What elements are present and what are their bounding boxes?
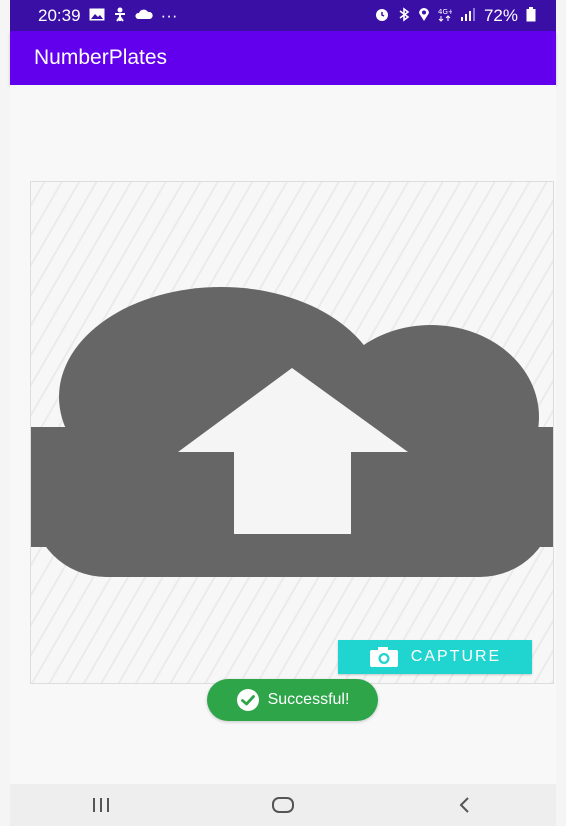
- status-bar: 20:39 ··· 4G+ 72%: [10, 0, 556, 31]
- location-icon: [418, 7, 430, 25]
- battery-percentage: 72%: [483, 5, 518, 25]
- gallery-icon: [89, 8, 105, 24]
- alarm-icon: [374, 7, 390, 25]
- accessibility-icon: [113, 7, 127, 25]
- cloud-icon: [135, 8, 153, 23]
- home-icon: [272, 797, 294, 813]
- status-left: 20:39 ···: [38, 6, 178, 26]
- back-button[interactable]: [435, 790, 495, 820]
- cloud-upload-icon: [31, 287, 553, 577]
- recent-apps-icon: [93, 798, 109, 812]
- toast-notification: Successful!: [207, 679, 378, 721]
- status-time: 20:39: [38, 5, 81, 25]
- battery-icon: [526, 6, 536, 25]
- svg-text:4G+: 4G+: [438, 8, 452, 16]
- app-bar: NumberPlates: [10, 31, 556, 85]
- network-4g-icon: 4G+: [438, 7, 454, 25]
- app-title: NumberPlates: [34, 46, 168, 69]
- capture-button[interactable]: CAPTURE: [338, 640, 532, 674]
- recent-apps-button[interactable]: [71, 790, 131, 820]
- bluetooth-icon: [398, 6, 410, 25]
- back-icon: [459, 797, 469, 813]
- home-button[interactable]: [253, 790, 313, 820]
- status-right: 4G+ 72%: [374, 6, 536, 26]
- status-overflow: ···: [160, 5, 178, 25]
- capture-label: CAPTURE: [410, 648, 502, 665]
- signal-icon: [460, 7, 476, 24]
- image-preview-panel[interactable]: [30, 181, 554, 684]
- navigation-bar: [10, 784, 556, 826]
- camera-icon: [369, 647, 398, 667]
- toast-message: Successful!: [267, 691, 350, 708]
- check-circle-icon: [236, 689, 259, 711]
